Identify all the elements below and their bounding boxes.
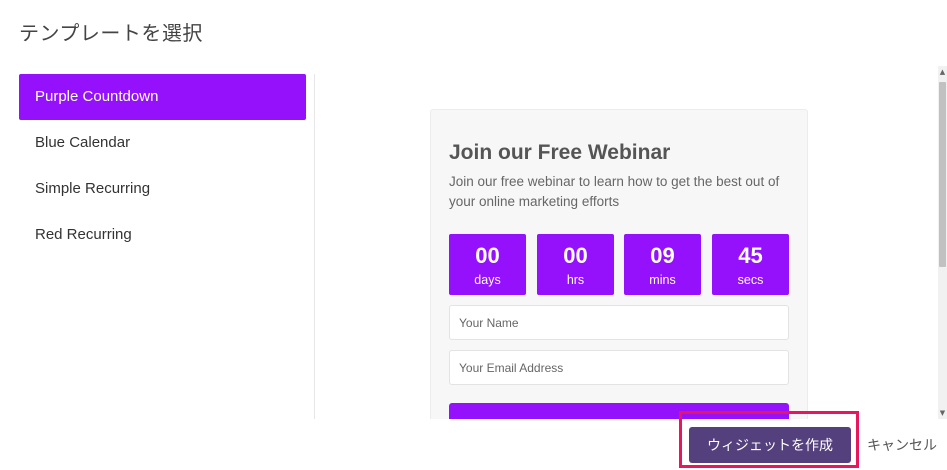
scroll-up-arrow-icon[interactable]: ▲ — [938, 66, 947, 78]
countdown-seconds: 45 secs — [712, 234, 789, 295]
template-item-purple-countdown[interactable]: Purple Countdown — [19, 74, 306, 120]
name-input[interactable] — [449, 305, 789, 340]
template-item-label: Blue Calendar — [35, 134, 131, 151]
template-item-label: Purple Countdown — [35, 88, 159, 105]
template-item-label: Red Recurring — [35, 226, 132, 243]
countdown-value: 00 — [475, 243, 500, 268]
countdown-minutes: 09 mins — [624, 234, 701, 295]
countdown-unit: days — [474, 273, 501, 287]
template-item-simple-recurring[interactable]: Simple Recurring — [19, 166, 306, 212]
countdown-unit: secs — [737, 273, 764, 287]
template-item-label: Simple Recurring — [35, 180, 151, 197]
countdown-timer: 00 days 00 hrs 09 mins 45 secs — [449, 234, 789, 295]
email-input[interactable] — [449, 350, 789, 385]
template-item-blue-calendar[interactable]: Blue Calendar — [19, 120, 306, 166]
countdown-value: 45 — [738, 243, 763, 268]
cancel-link[interactable]: キャンセル — [867, 435, 937, 455]
scroll-down-arrow-icon[interactable]: ▼ — [938, 407, 947, 419]
template-preview: Join our Free Webinar Join our free webi… — [316, 66, 938, 419]
countdown-value: 09 — [650, 243, 675, 268]
webinar-description: Join our free webinar to learn how to ge… — [449, 174, 780, 209]
countdown-unit: hrs — [566, 273, 585, 287]
dialog-title: テンプレートを選択 — [19, 21, 203, 45]
countdown-hours: 00 hrs — [537, 234, 614, 295]
template-item-red-recurring[interactable]: Red Recurring — [19, 212, 306, 258]
webinar-card: Join our Free Webinar Join our free webi… — [430, 109, 808, 419]
preview-scrollbar[interactable]: ▲ ▼ — [938, 66, 947, 419]
countdown-value: 00 — [563, 243, 588, 268]
countdown-days: 00 days — [449, 234, 526, 295]
webinar-title: Join our Free Webinar — [449, 141, 671, 164]
scroll-thumb[interactable] — [939, 82, 946, 267]
template-list: Purple Countdown Blue Calendar Simple Re… — [19, 74, 315, 419]
create-widget-button[interactable]: ウィジェットを作成 — [689, 427, 851, 463]
countdown-unit: mins — [649, 273, 676, 287]
